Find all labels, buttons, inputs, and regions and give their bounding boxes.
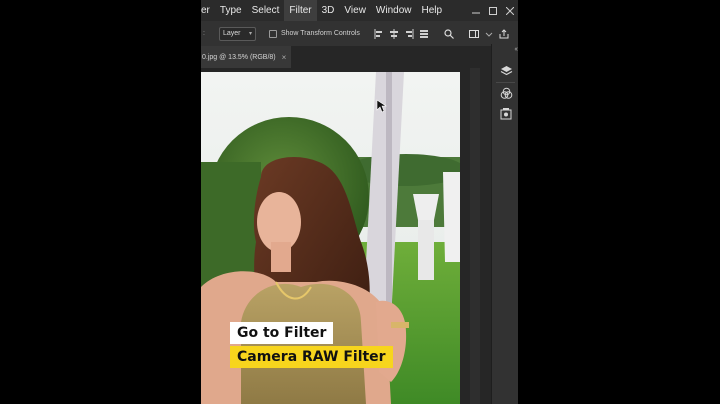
document-tab[interactable]: 0.jpg @ 13.5% (RGB/8) × (201, 46, 291, 68)
menu-layer[interactable]: er (201, 0, 215, 21)
menu-3d[interactable]: 3D (317, 0, 340, 21)
menu-filter[interactable]: Filter (284, 0, 317, 21)
caption-go-to-filter: Go to Filter (230, 322, 334, 344)
document-tab-bar: 0.jpg @ 13.5% (RGB/8) × (201, 46, 491, 68)
align-tools (374, 28, 510, 39)
menu-view[interactable]: View (339, 0, 371, 21)
close-icon[interactable]: × (282, 53, 287, 62)
align-right-icon[interactable] (404, 28, 415, 39)
close-window-button[interactable] (501, 0, 518, 21)
menu-bar: er Type Select Filter 3D View Window Hel… (201, 0, 518, 21)
distribute-icon[interactable] (419, 28, 430, 39)
chevron-down-icon: ▾ (248, 31, 252, 37)
layers-icon[interactable] (499, 64, 513, 78)
collapse-panels-icon[interactable]: ‹‹ (514, 46, 518, 53)
minimize-icon (471, 12, 480, 13)
caption-camera-raw-filter: Camera RAW Filter (230, 346, 393, 368)
align-center-icon[interactable] (389, 28, 400, 39)
vertical-scrollbar[interactable] (470, 68, 480, 404)
chevron-down-icon[interactable] (484, 28, 495, 39)
document-tab-title: 0.jpg @ 13.5% (RGB/8) (202, 53, 276, 61)
menu-type[interactable]: Type (215, 0, 247, 21)
channels-icon[interactable] (499, 86, 513, 100)
menu-window[interactable]: Window (371, 0, 417, 21)
menu-select[interactable]: Select (247, 0, 285, 21)
close-icon (505, 6, 514, 15)
show-transform-label: Show Transform Controls (280, 30, 360, 37)
tool-options-label: : (203, 30, 205, 37)
window-controls (467, 0, 518, 21)
options-bar: : Layer ▾ Show Transform Controls (201, 21, 518, 47)
properties-icon[interactable] (499, 106, 513, 120)
workspace-icon[interactable] (469, 28, 480, 39)
restore-button[interactable] (484, 0, 501, 21)
share-icon[interactable] (499, 28, 510, 39)
show-transform-checkbox[interactable] (268, 29, 277, 38)
menu-help[interactable]: Help (417, 0, 448, 21)
right-panel-dock: ‹‹ (491, 44, 518, 404)
auto-select-dropdown[interactable]: Layer ▾ (218, 26, 256, 41)
restore-icon (488, 6, 497, 15)
align-left-icon[interactable] (374, 28, 385, 39)
auto-select-value: Layer (222, 30, 241, 37)
search-icon[interactable] (444, 28, 455, 39)
minimize-button[interactable] (467, 0, 484, 21)
